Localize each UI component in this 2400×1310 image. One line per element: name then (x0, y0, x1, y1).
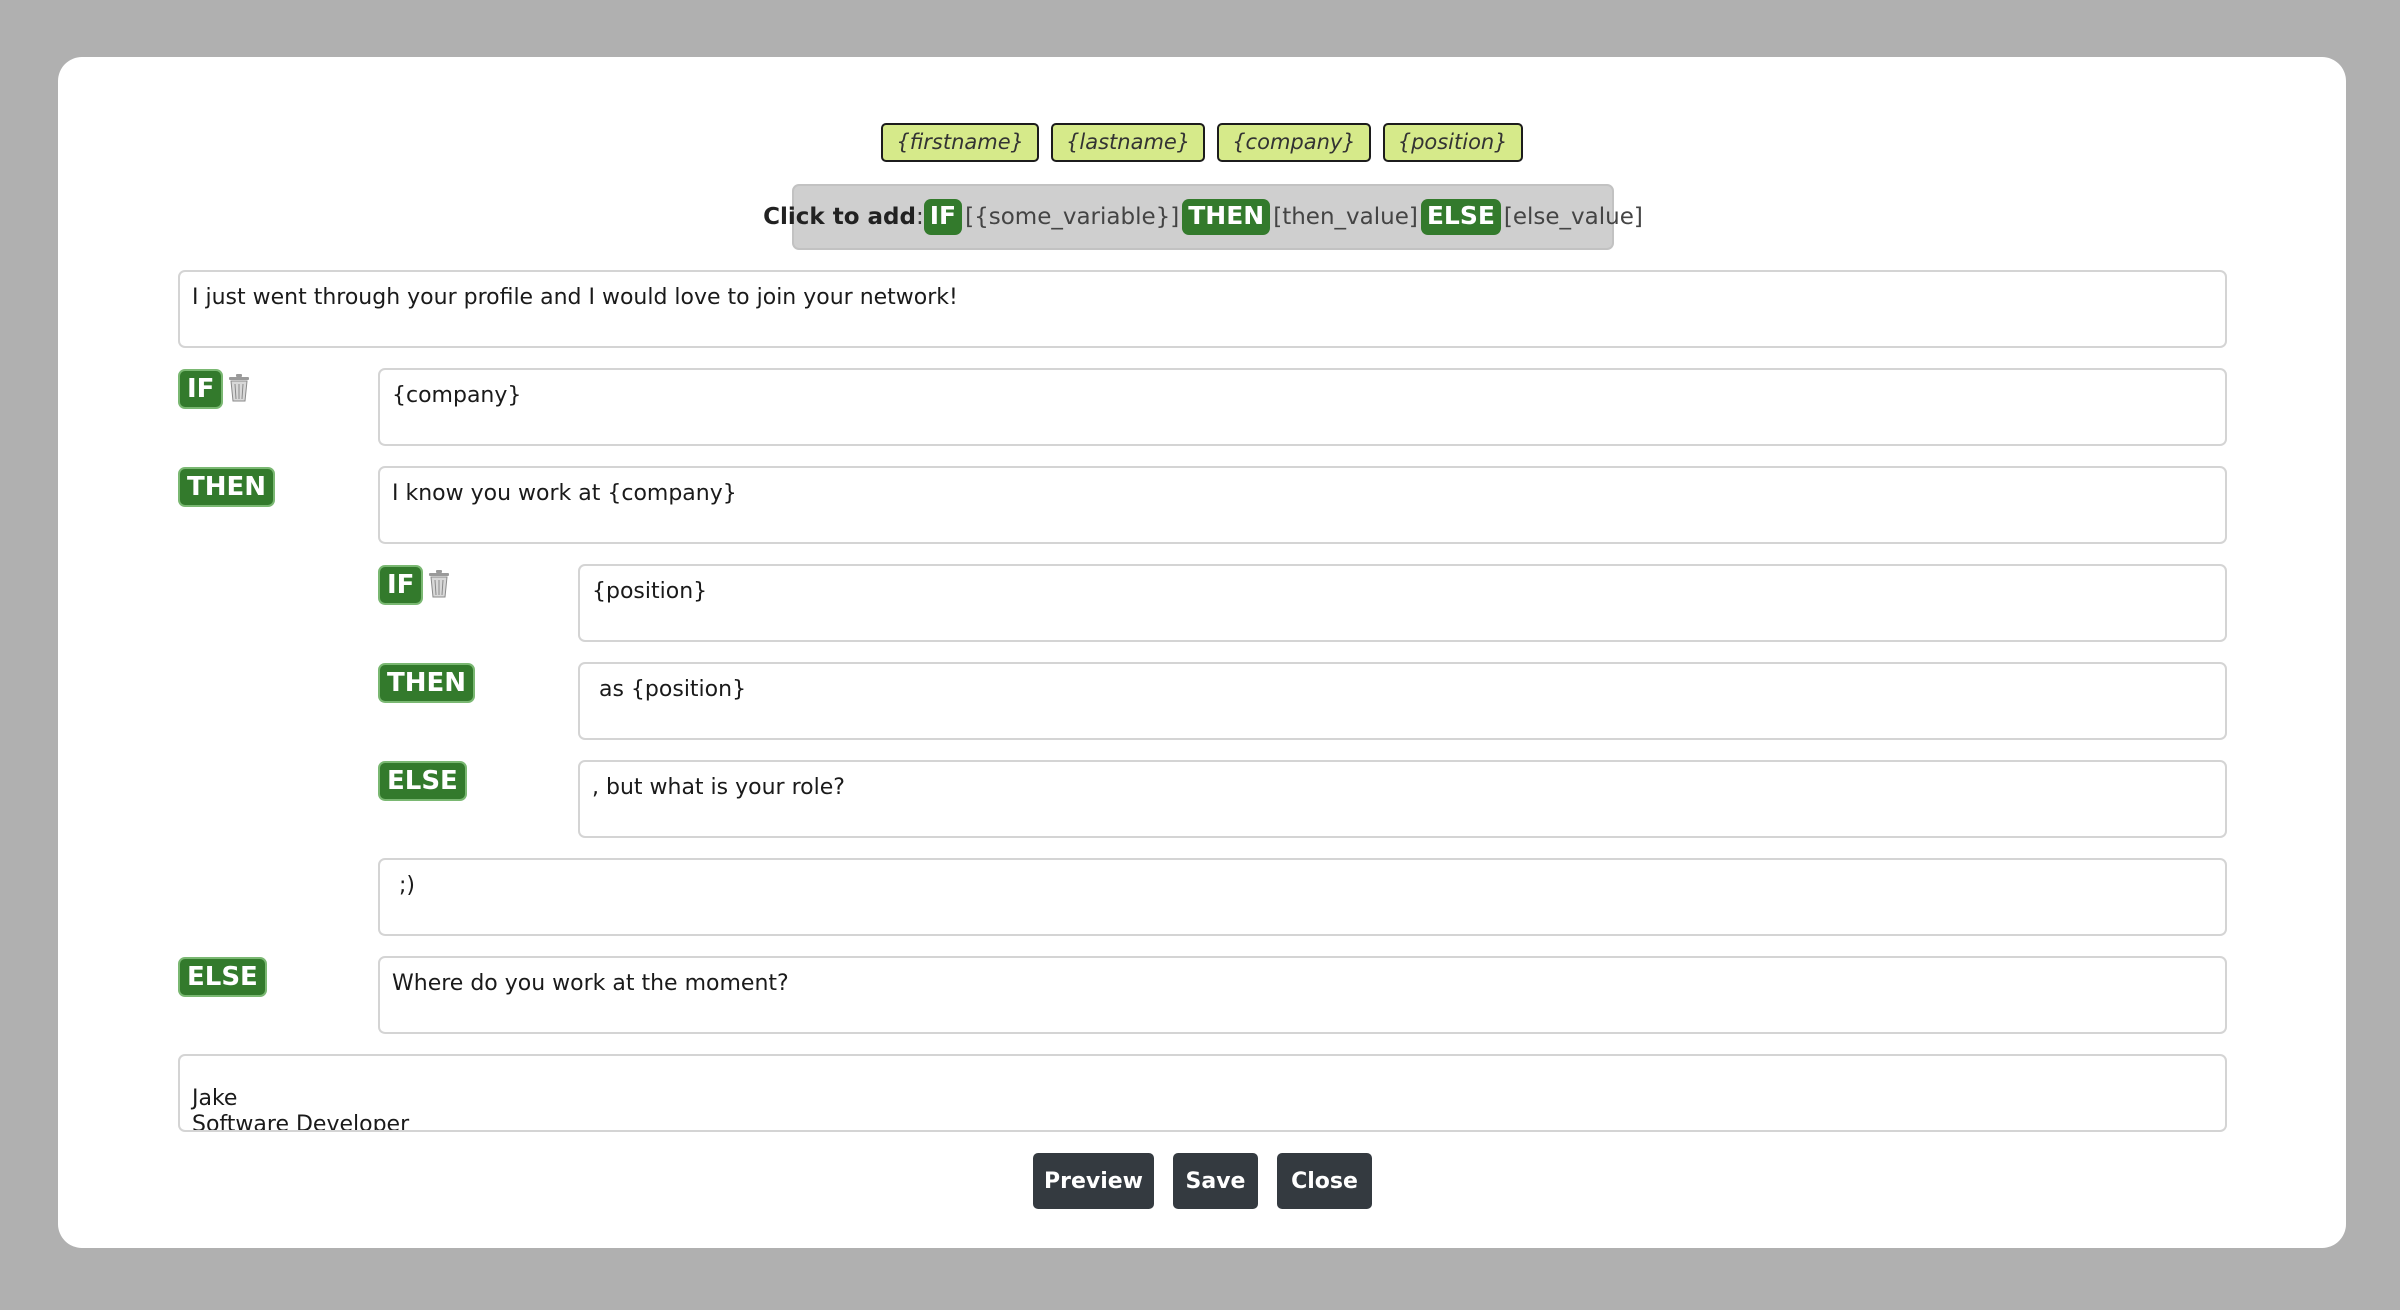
if-placeholder[interactable]: [{some_variable}] (965, 204, 1179, 230)
outer-if-delete-trash-icon[interactable] (226, 373, 252, 403)
outer-then-label: THEN (178, 467, 276, 507)
outer-if-condition-textarea[interactable]: {company} (378, 368, 2227, 446)
variable-chip-firstname[interactable]: {firstname} (881, 123, 1040, 162)
inner-if-condition-textarea[interactable]: {position} (578, 564, 2227, 642)
click-to-add-label: Click to add (763, 204, 916, 230)
inner-if-delete-trash-icon[interactable] (426, 569, 452, 599)
signature-textarea[interactable]: Jake Software Developer (178, 1054, 2227, 1132)
variable-chip-position[interactable]: {position} (1382, 123, 1523, 162)
add-if-button[interactable]: IF (923, 199, 963, 235)
then-placeholder[interactable]: [then_value] (1273, 204, 1418, 230)
outer-then-continuation-textarea[interactable]: ;) (378, 858, 2227, 936)
inner-else-textarea[interactable]: , but what is your role? (578, 760, 2227, 838)
variable-chips: {firstname} {lastname} {company} {positi… (58, 123, 2346, 162)
inner-then-textarea[interactable]: as {position} (578, 662, 2227, 740)
template-editor-modal: {firstname} {lastname} {company} {positi… (58, 57, 2346, 1248)
save-button[interactable]: Save (1173, 1153, 1258, 1209)
outer-else-label: ELSE (178, 957, 267, 997)
click-to-add-bar: Click to add: IF [{some_variable}] THEN … (763, 184, 1643, 250)
else-placeholder[interactable]: [else_value] (1504, 204, 1643, 230)
variable-chip-lastname[interactable]: {lastname} (1051, 123, 1206, 162)
click-to-add-colon: : (915, 204, 924, 230)
preview-button[interactable]: Preview (1033, 1153, 1154, 1209)
outer-then-textarea[interactable]: I know you work at {company} (378, 466, 2227, 544)
intro-textarea[interactable]: I just went through your profile and I w… (178, 270, 2227, 348)
outer-if-label: IF (178, 369, 224, 409)
add-then-button[interactable]: THEN (1182, 199, 1271, 235)
inner-else-label: ELSE (378, 761, 467, 801)
close-button[interactable]: Close (1277, 1153, 1372, 1209)
inner-if-label: IF (378, 565, 424, 605)
add-else-button[interactable]: ELSE (1420, 199, 1501, 235)
inner-then-label: THEN (378, 663, 476, 703)
variable-chip-company[interactable]: {company} (1217, 123, 1371, 162)
outer-else-textarea[interactable]: Where do you work at the moment? (378, 956, 2227, 1034)
